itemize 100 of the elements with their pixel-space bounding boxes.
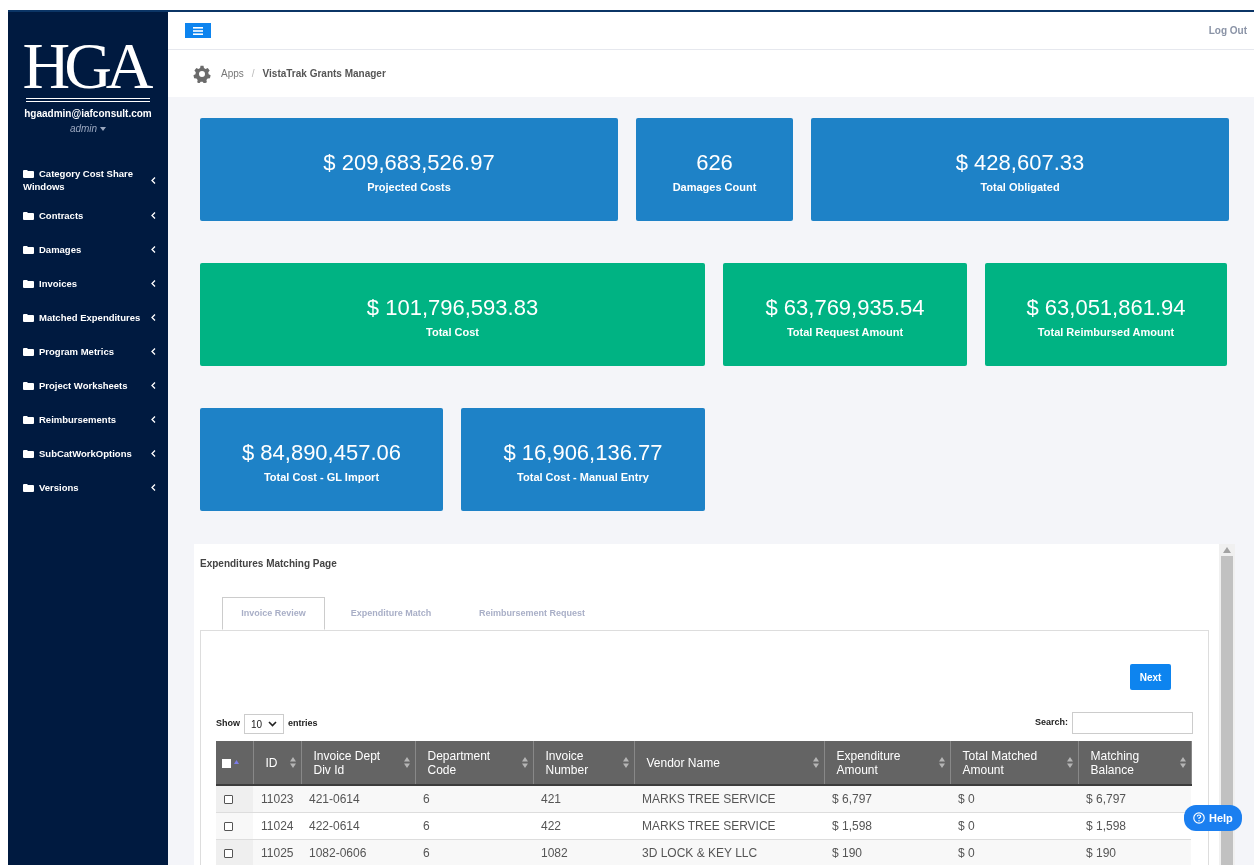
row-checkbox[interactable] — [224, 848, 233, 858]
help-icon — [1193, 812, 1205, 824]
chevron-icon — [151, 381, 156, 389]
sidebar-item[interactable]: SubCatWorkOptions — [8, 436, 168, 470]
breadcrumb-current: VistaTrak Grants Manager — [262, 67, 386, 81]
sort-up-icon — [234, 759, 239, 764]
column-header[interactable]: Total Matched Amount — [950, 741, 1078, 785]
stat-value: $ 428,607.33 — [955, 149, 1085, 178]
stat-label: Total Reimbursed Amount — [1037, 325, 1175, 341]
user-email: hgaadmin@iafconsult.com — [23, 107, 153, 121]
table-cell: $ 190 — [1078, 839, 1191, 865]
table-cell: $ 190 — [824, 839, 950, 865]
menu-icon — [193, 26, 203, 35]
sort-icon — [403, 757, 410, 768]
table-cell: $ 0 — [950, 812, 1078, 839]
stat-label: Total Cost — [426, 325, 479, 341]
table-cell: $ 6,797 — [824, 785, 950, 812]
table-cell: 6 — [415, 812, 533, 839]
stat-label: Total Cost - GL Import — [263, 470, 380, 486]
row-checkbox[interactable] — [224, 795, 233, 804]
table-cell: 11023 — [253, 785, 301, 812]
folder-icon — [23, 245, 34, 254]
search-label: Search: — [1034, 716, 1068, 730]
folder-icon — [23, 279, 34, 288]
table-cell: 6 — [415, 839, 533, 865]
table-cell: 11025 — [253, 839, 301, 865]
sidebar-item[interactable]: Category Cost Share Windows — [8, 162, 168, 198]
stat-value: $ 101,796,593.83 — [366, 294, 539, 323]
row-checkbox[interactable] — [224, 821, 233, 831]
column-header[interactable]: Expenditure Amount — [824, 741, 950, 785]
column-header[interactable]: Matching Balance — [1078, 741, 1191, 785]
sidebar-item[interactable]: Program Metrics — [8, 334, 168, 368]
sidebar-item[interactable]: Reimbursements — [8, 402, 168, 436]
folder-icon — [23, 483, 34, 492]
chevron-down-icon — [268, 721, 277, 727]
column-header[interactable]: Invoice Number — [533, 741, 634, 785]
table-cell: 1082 — [533, 839, 634, 865]
sort-icon — [1179, 757, 1186, 768]
sort-icon — [521, 757, 528, 768]
chevron-icon — [151, 483, 156, 491]
chevron-icon — [151, 176, 156, 184]
page-size-select[interactable]: 10 — [244, 714, 284, 734]
table-cell: MARKS TREE SERVICE — [634, 812, 824, 839]
folder-icon — [23, 170, 34, 178]
stat-value: $ 16,906,136.77 — [503, 439, 663, 468]
stat-label: Projected Costs — [367, 180, 451, 196]
logo: HGA — [21, 36, 151, 102]
sidebar-item[interactable]: Matched Expenditures — [8, 300, 168, 334]
table-cell: 11024 — [253, 812, 301, 839]
folder-icon — [23, 347, 34, 356]
stat-label: Damages Count — [672, 180, 757, 196]
sort-icon — [622, 757, 629, 768]
sidebar-item[interactable]: Invoices — [8, 266, 168, 300]
table-cell: 421 — [533, 785, 634, 812]
stat-label: Total Cost - Manual Entry — [517, 470, 649, 486]
table-cell: $ 0 — [950, 839, 1078, 865]
sort-icon — [289, 757, 296, 768]
chevron-icon — [151, 279, 156, 287]
search-field[interactable] — [1072, 712, 1193, 734]
stat-value: $ 63,769,935.54 — [765, 294, 925, 323]
chevron-icon — [151, 245, 156, 253]
stat-label: Total Request Amount — [786, 325, 904, 341]
stat-value: 626 — [696, 149, 733, 178]
chevron-icon — [151, 347, 156, 355]
chevron-icon — [151, 313, 156, 321]
folder-icon — [23, 381, 34, 390]
panel-title: Expenditures Matching Page — [200, 557, 338, 571]
chevron-icon — [151, 415, 156, 423]
column-header[interactable]: Vendor Name — [634, 741, 824, 785]
sidebar-item[interactable]: Versions — [8, 470, 168, 504]
sidebar-item[interactable]: Project Worksheets — [8, 368, 168, 402]
stat-label: Total Obligated — [980, 180, 1060, 196]
column-header[interactable]: Invoice Dept Div Id — [301, 741, 415, 785]
sidebar-item[interactable]: Damages — [8, 232, 168, 266]
role-dropdown[interactable]: admin — [8, 121, 168, 136]
table-cell: MARKS TREE SERVICE — [634, 785, 824, 812]
chevron-icon — [151, 449, 156, 457]
next-button[interactable]: Next — [1130, 664, 1171, 690]
table-cell: $ 1,598 — [824, 812, 950, 839]
stat-value: $ 209,683,526.97 — [323, 149, 495, 178]
table-cell: $ 0 — [950, 785, 1078, 812]
table-cell: 6 — [415, 785, 533, 812]
breadcrumb-link[interactable]: Apps — [221, 66, 244, 81]
sort-icon — [938, 757, 945, 768]
column-header[interactable]: ID — [253, 741, 301, 785]
stat-value: $ 63,051,861.94 — [1026, 294, 1186, 323]
menu-button[interactable] — [185, 23, 211, 38]
caret-icon — [100, 126, 107, 131]
column-header[interactable]: Department Code — [415, 741, 533, 785]
logout-link[interactable]: Log Out — [1208, 23, 1247, 38]
settings-icon — [193, 64, 211, 83]
table-cell: 1082-0606 — [301, 839, 415, 865]
scroll-up-icon — [1223, 547, 1231, 553]
table-cell: 422 — [533, 812, 634, 839]
folder-icon — [23, 449, 34, 458]
entries-label: entries — [288, 717, 318, 731]
sidebar-item[interactable]: Contracts — [8, 198, 168, 232]
help-button[interactable]: Help — [1184, 805, 1242, 831]
show-label: Show — [216, 717, 240, 731]
stat-value: $ 84,890,457.06 — [241, 439, 401, 468]
